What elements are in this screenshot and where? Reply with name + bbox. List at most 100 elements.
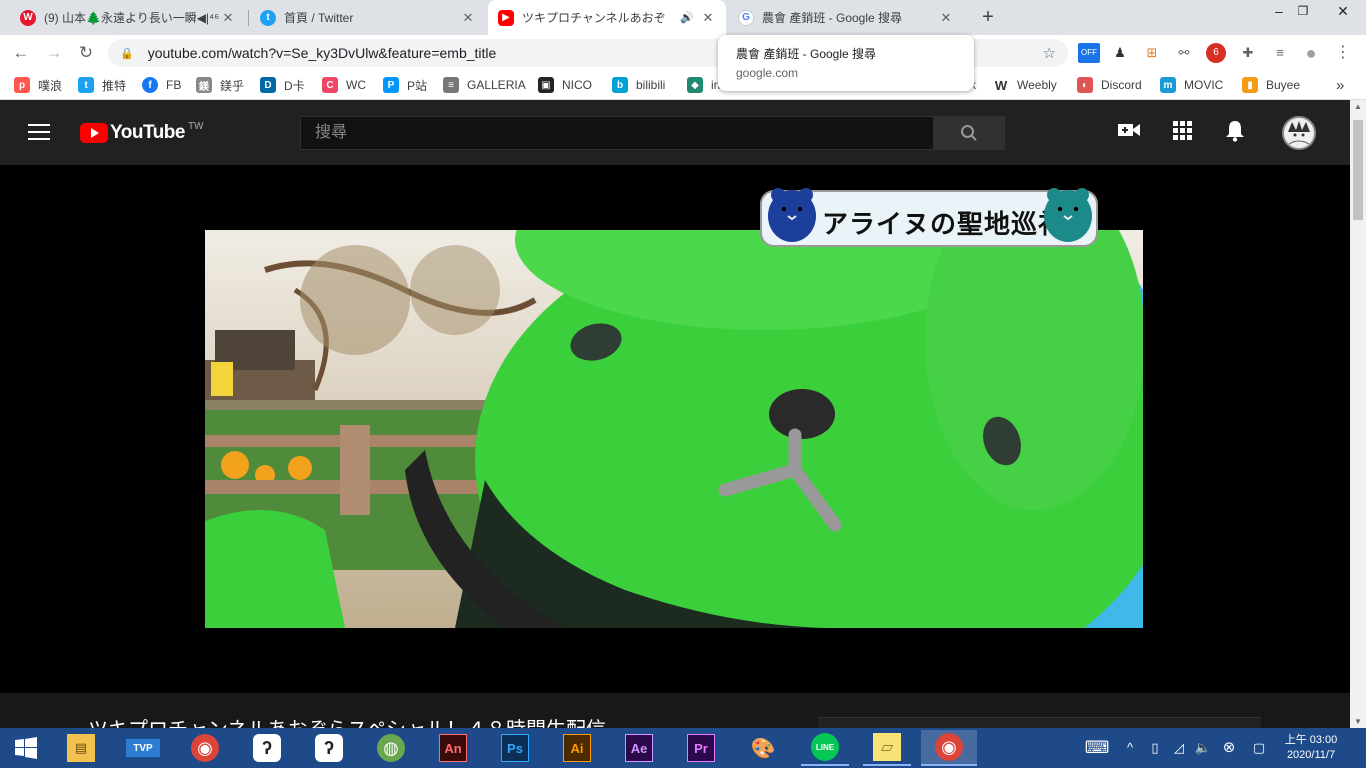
- device-icon[interactable]: ▯: [1146, 738, 1164, 758]
- start-button[interactable]: [2, 730, 50, 766]
- page-scrollbar[interactable]: ▲ ▼: [1350, 100, 1366, 728]
- system-clock[interactable]: 上午 03:00 2020/11/7: [1278, 733, 1344, 763]
- tab-audio-icon[interactable]: 🔊: [680, 11, 694, 24]
- puzzle-extension-icon[interactable]: ⊞: [1142, 43, 1162, 63]
- bookmark-twitter[interactable]: t 推特: [78, 76, 126, 94]
- apps-button[interactable]: [1169, 120, 1195, 146]
- back-arrow-icon[interactable]: ←: [9, 41, 33, 65]
- sticky-notes-button[interactable]: ▱: [863, 730, 911, 766]
- clip-studio-alt-button[interactable]: ʔ: [305, 730, 353, 766]
- planet-app-icon: ◍: [377, 734, 405, 762]
- search-button[interactable]: [933, 116, 1005, 150]
- clock-time: 上午 03:00: [1284, 734, 1338, 746]
- bookmark-pixiv[interactable]: P P站: [383, 76, 427, 94]
- tab-title: (9) 山本🌲永遠より長い一瞬◀|⁴⁶: [44, 11, 220, 25]
- chrome-running-button[interactable]: ◉: [921, 730, 977, 766]
- scroll-down-arrow-icon[interactable]: ▼: [1350, 717, 1366, 726]
- weibo-icon: W: [20, 9, 36, 26]
- bookmark-wc[interactable]: C WC: [322, 76, 366, 94]
- planet-app-button[interactable]: ◍: [367, 730, 415, 766]
- off-badge-icon[interactable]: OFF: [1078, 43, 1100, 63]
- twitter-icon: t: [260, 9, 276, 26]
- scrollbar-thumb[interactable]: [1353, 120, 1363, 220]
- adobe-after-effects-button[interactable]: Ae: [615, 730, 663, 766]
- search-input[interactable]: 搜尋: [300, 116, 934, 150]
- tab-close-icon[interactable]: ✕: [938, 10, 954, 26]
- tooltip-domain: google.com: [736, 66, 799, 80]
- line-button[interactable]: LINE: [801, 730, 849, 766]
- bookmark-galleria[interactable]: ≡ GALLERIA: [443, 76, 526, 94]
- notifications-button[interactable]: [1222, 120, 1248, 146]
- reload-icon[interactable]: ↻: [74, 41, 98, 65]
- bookmark-buyee[interactable]: ▮ Buyee: [1242, 76, 1300, 94]
- tab-close-icon[interactable]: ✕: [220, 10, 236, 26]
- tab-title: 首頁 / Twitter: [284, 11, 354, 25]
- tab-strip: W (9) 山本🌲永遠より長い一瞬◀|⁴⁶ ✕ t 首頁 / Twitter ✕…: [0, 0, 1366, 35]
- wc-icon: C: [322, 77, 338, 93]
- extension-badge-icon[interactable]: 6: [1206, 43, 1226, 63]
- adobe-animate-icon: An: [439, 734, 467, 762]
- media-control-icon[interactable]: ≡: [1270, 43, 1290, 63]
- menu-icon[interactable]: ⋮: [1333, 43, 1353, 63]
- tab-close-icon[interactable]: ✕: [700, 10, 716, 26]
- tab-weibo[interactable]: W (9) 山本🌲永遠より長い一瞬◀|⁴⁶ ✕: [10, 0, 246, 35]
- wifi-icon[interactable]: ◿: [1170, 738, 1188, 758]
- bookmark-star-icon[interactable]: ☆: [1043, 44, 1056, 62]
- video-player[interactable]: [0, 165, 1350, 693]
- extensions-icon[interactable]: ✚: [1238, 43, 1258, 63]
- adobe-photoshop-button[interactable]: Ps: [491, 730, 539, 766]
- action-center-icon[interactable]: ▢: [1250, 738, 1268, 758]
- create-video-button[interactable]: [1116, 120, 1142, 146]
- bookmark-dcard[interactable]: D D卡: [260, 76, 305, 94]
- tab-youtube[interactable]: ▶ ツキプロチャンネルあおぞ 🔊 ✕: [488, 0, 726, 35]
- adobe-premiere-button[interactable]: Pr: [677, 730, 725, 766]
- paint-app-button[interactable]: 🎨: [739, 730, 787, 766]
- tab-close-icon[interactable]: ✕: [460, 10, 476, 26]
- restore-button[interactable]: ❐: [1282, 0, 1324, 28]
- teal-mascot-icon: [1044, 188, 1092, 242]
- adobe-illustrator-button[interactable]: Ai: [553, 730, 601, 766]
- close-window-button[interactable]: ✕: [1320, 0, 1366, 28]
- video-content-image: [205, 230, 1143, 628]
- chrome-taskbar-button[interactable]: ◉: [181, 730, 229, 766]
- bookmark-meihu[interactable]: 鎂鎂乎: [196, 76, 244, 94]
- bookmark-nico[interactable]: ▣ NICO: [538, 76, 592, 94]
- tab-google-search[interactable]: G 農會 產銷班 - Google 搜尋 ✕: [728, 0, 964, 35]
- apps-grid-icon: [1173, 121, 1192, 140]
- video-camera-icon: [1118, 124, 1140, 136]
- adobe-illustrator-icon: Ai: [563, 734, 591, 762]
- file-explorer-button[interactable]: ▤: [57, 730, 105, 766]
- video-frame[interactable]: [205, 230, 1143, 628]
- bicycle-icon[interactable]: ⚯: [1174, 43, 1194, 63]
- new-tab-button[interactable]: +: [976, 5, 1000, 29]
- notification-close-icon[interactable]: ⊗: [1220, 738, 1238, 758]
- bookmarks-overflow-button[interactable]: »: [1336, 76, 1344, 94]
- chrome-icon: ◉: [191, 734, 219, 762]
- tab-title: 農會 產銷班 - Google 搜尋: [762, 11, 903, 25]
- forward-arrow-icon[interactable]: →: [42, 41, 66, 65]
- bookmark-plurk[interactable]: p 噗浪: [14, 76, 62, 94]
- chrome-running-icon: ◉: [935, 733, 963, 761]
- tvp-button[interactable]: TVP: [119, 730, 167, 766]
- youtube-logo[interactable]: YouTube TW: [80, 121, 204, 144]
- keyboard-icon[interactable]: ⌨: [1082, 738, 1112, 758]
- hamburger-menu-icon[interactable]: [28, 124, 50, 142]
- bookmark-weebly[interactable]: W Weebly: [993, 76, 1057, 94]
- bookmark-discord[interactable]: ◐ Discord: [1077, 76, 1142, 94]
- tab-separator: [248, 10, 249, 26]
- tab-twitter[interactable]: t 首頁 / Twitter ✕: [250, 0, 486, 35]
- avatar[interactable]: [1282, 116, 1316, 150]
- adobe-animate-button[interactable]: An: [429, 730, 477, 766]
- bookmark-movic[interactable]: m MOVIC: [1160, 76, 1223, 94]
- tampermonkey-icon[interactable]: ♟: [1110, 43, 1130, 63]
- clock-date: 2020/11/7: [1286, 749, 1336, 761]
- volume-icon[interactable]: 🔈: [1194, 738, 1212, 758]
- scroll-up-arrow-icon[interactable]: ▲: [1350, 102, 1366, 111]
- profile-icon[interactable]: ●: [1301, 43, 1321, 63]
- bookmark-bilibili[interactable]: b bilibili: [612, 76, 665, 94]
- bookmark-in[interactable]: ◆ in: [687, 76, 720, 94]
- bookmark-facebook[interactable]: f FB: [142, 76, 181, 94]
- avatar-image: [1284, 118, 1314, 148]
- clip-studio-button[interactable]: ʔ: [243, 730, 291, 766]
- tray-expand-icon[interactable]: ^: [1122, 738, 1138, 758]
